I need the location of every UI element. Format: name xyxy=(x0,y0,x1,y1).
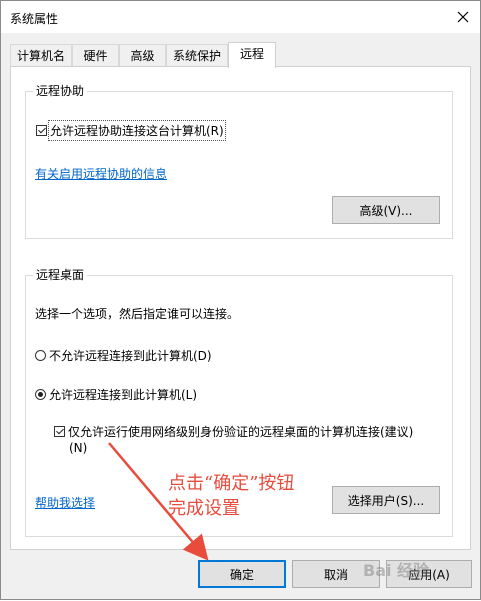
annotation-arrow-icon xyxy=(108,442,209,561)
tab-remote[interactable]: 远程 xyxy=(228,42,276,68)
system-properties-window: 系统属性 计算机名 硬件 高级 系统保护 远程 远程协助 允许远程协助连接这台计… xyxy=(0,0,481,600)
watermark: Bai 经验 xyxy=(363,561,430,580)
